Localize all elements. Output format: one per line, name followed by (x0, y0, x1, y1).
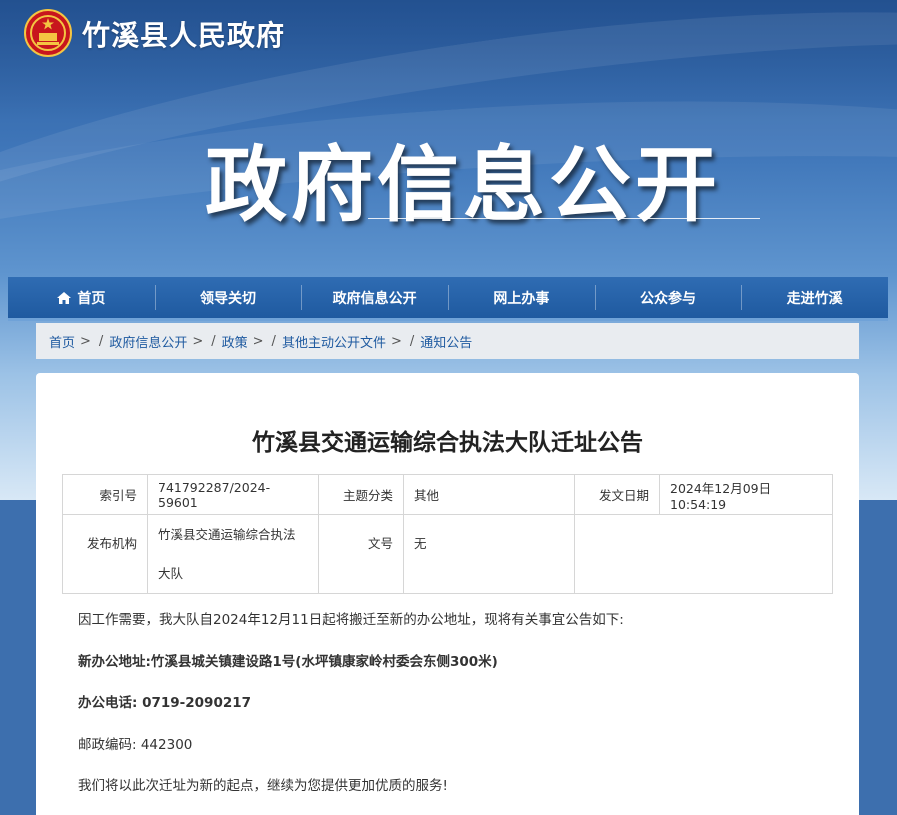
breadcrumb-info-disclosure[interactable]: 政府信息公开 (109, 332, 187, 351)
breadcrumb-policy[interactable]: 政策 (222, 332, 248, 351)
breadcrumb-separator: > (252, 333, 264, 349)
meta-publisher-line2: 大队 (158, 566, 184, 581)
breadcrumb-home[interactable]: 首页 (49, 332, 75, 351)
nav-item-label: 政府信息公开 (332, 290, 417, 307)
meta-index-value: 741792287/2024-59601 (147, 474, 319, 515)
site-title[interactable]: 竹溪县人民政府 (82, 14, 285, 54)
article-phone: 办公电话: 0719-2090217 (78, 695, 252, 711)
breadcrumb-notices[interactable]: 通知公告 (420, 332, 472, 351)
nav-item-online-services[interactable]: 网上办事 (448, 277, 595, 318)
breadcrumb: 首页 > / 政府信息公开 > / 政策 > / 其他主动公开文件 > / 通知… (36, 323, 859, 359)
national-emblem-icon[interactable] (24, 9, 72, 57)
nav-item-public-participation[interactable]: 公众参与 (594, 277, 742, 318)
article-body: 因工作需要，我大队自2024年12月11日起将搬迁至新的办公地址，现将有关事宜公… (78, 613, 838, 815)
article-title: 竹溪县交通运输综合执法大队迁址公告 (252, 430, 643, 456)
breadcrumb-separator: > (390, 333, 402, 349)
meta-date-value: 2024年12月09日 10:54:19 (659, 474, 833, 515)
nav-item-label: 领导关切 (200, 290, 256, 307)
article-postcode: 邮政编码: 442300 (78, 736, 193, 753)
meta-publisher-line1: 竹溪县交通运输综合执法 (158, 527, 296, 542)
article-meta-table: 索引号 741792287/2024-59601 主题分类 其他 发文日期 20… (62, 474, 833, 594)
nav-item-label: 公众参与 (640, 290, 697, 307)
meta-publisher-label: 发布机构 (62, 514, 148, 594)
meta-index-label: 索引号 (62, 474, 148, 515)
article-card: 竹溪县交通运输综合执法大队迁址公告 索引号 741792287/2024-596… (36, 373, 859, 815)
meta-empty-cell (574, 514, 833, 594)
breadcrumb-separator: > (192, 333, 204, 349)
meta-date-label: 发文日期 (574, 474, 660, 515)
banner-title: 政府信息公开 (205, 138, 722, 233)
breadcrumb-separator: > (80, 333, 91, 349)
nav-item-label: 首页 (77, 290, 106, 307)
meta-docno-label: 文号 (318, 514, 404, 594)
meta-publisher-value: 竹溪县交通运输综合执法 大队 (147, 514, 319, 594)
article-paragraph: 我们将以此次迁址为新的起点，继续为您提供更加优质的服务! (78, 778, 448, 794)
nav-item-home[interactable]: 首页 (8, 277, 155, 318)
nav-item-info-disclosure[interactable]: 政府信息公开 (301, 277, 448, 318)
home-icon (57, 291, 72, 304)
banner-underline (368, 218, 760, 219)
breadcrumb-other-files[interactable]: 其他主动公开文件 (282, 332, 386, 351)
article-address: 新办公地址:竹溪县城关镇建设路1号(水坪镇康家岭村委会东侧300米) (78, 653, 498, 670)
nav-item-about-zhuxi[interactable]: 走进竹溪 (741, 277, 888, 318)
nav-item-label: 走进竹溪 (786, 290, 843, 307)
meta-category-label: 主题分类 (318, 474, 404, 515)
nav-item-label: 网上办事 (493, 290, 550, 307)
meta-category-value: 其他 (403, 474, 575, 515)
meta-docno-value: 无 (403, 514, 575, 594)
main-nav: 首页 领导关切 政府信息公开 网上办事 公众参与 走进竹溪 (8, 277, 888, 321)
article-paragraph: 因工作需要，我大队自2024年12月11日起将搬迁至新的办公地址，现将有关事宜公… (78, 612, 624, 628)
nav-item-leadership[interactable]: 领导关切 (154, 277, 302, 318)
